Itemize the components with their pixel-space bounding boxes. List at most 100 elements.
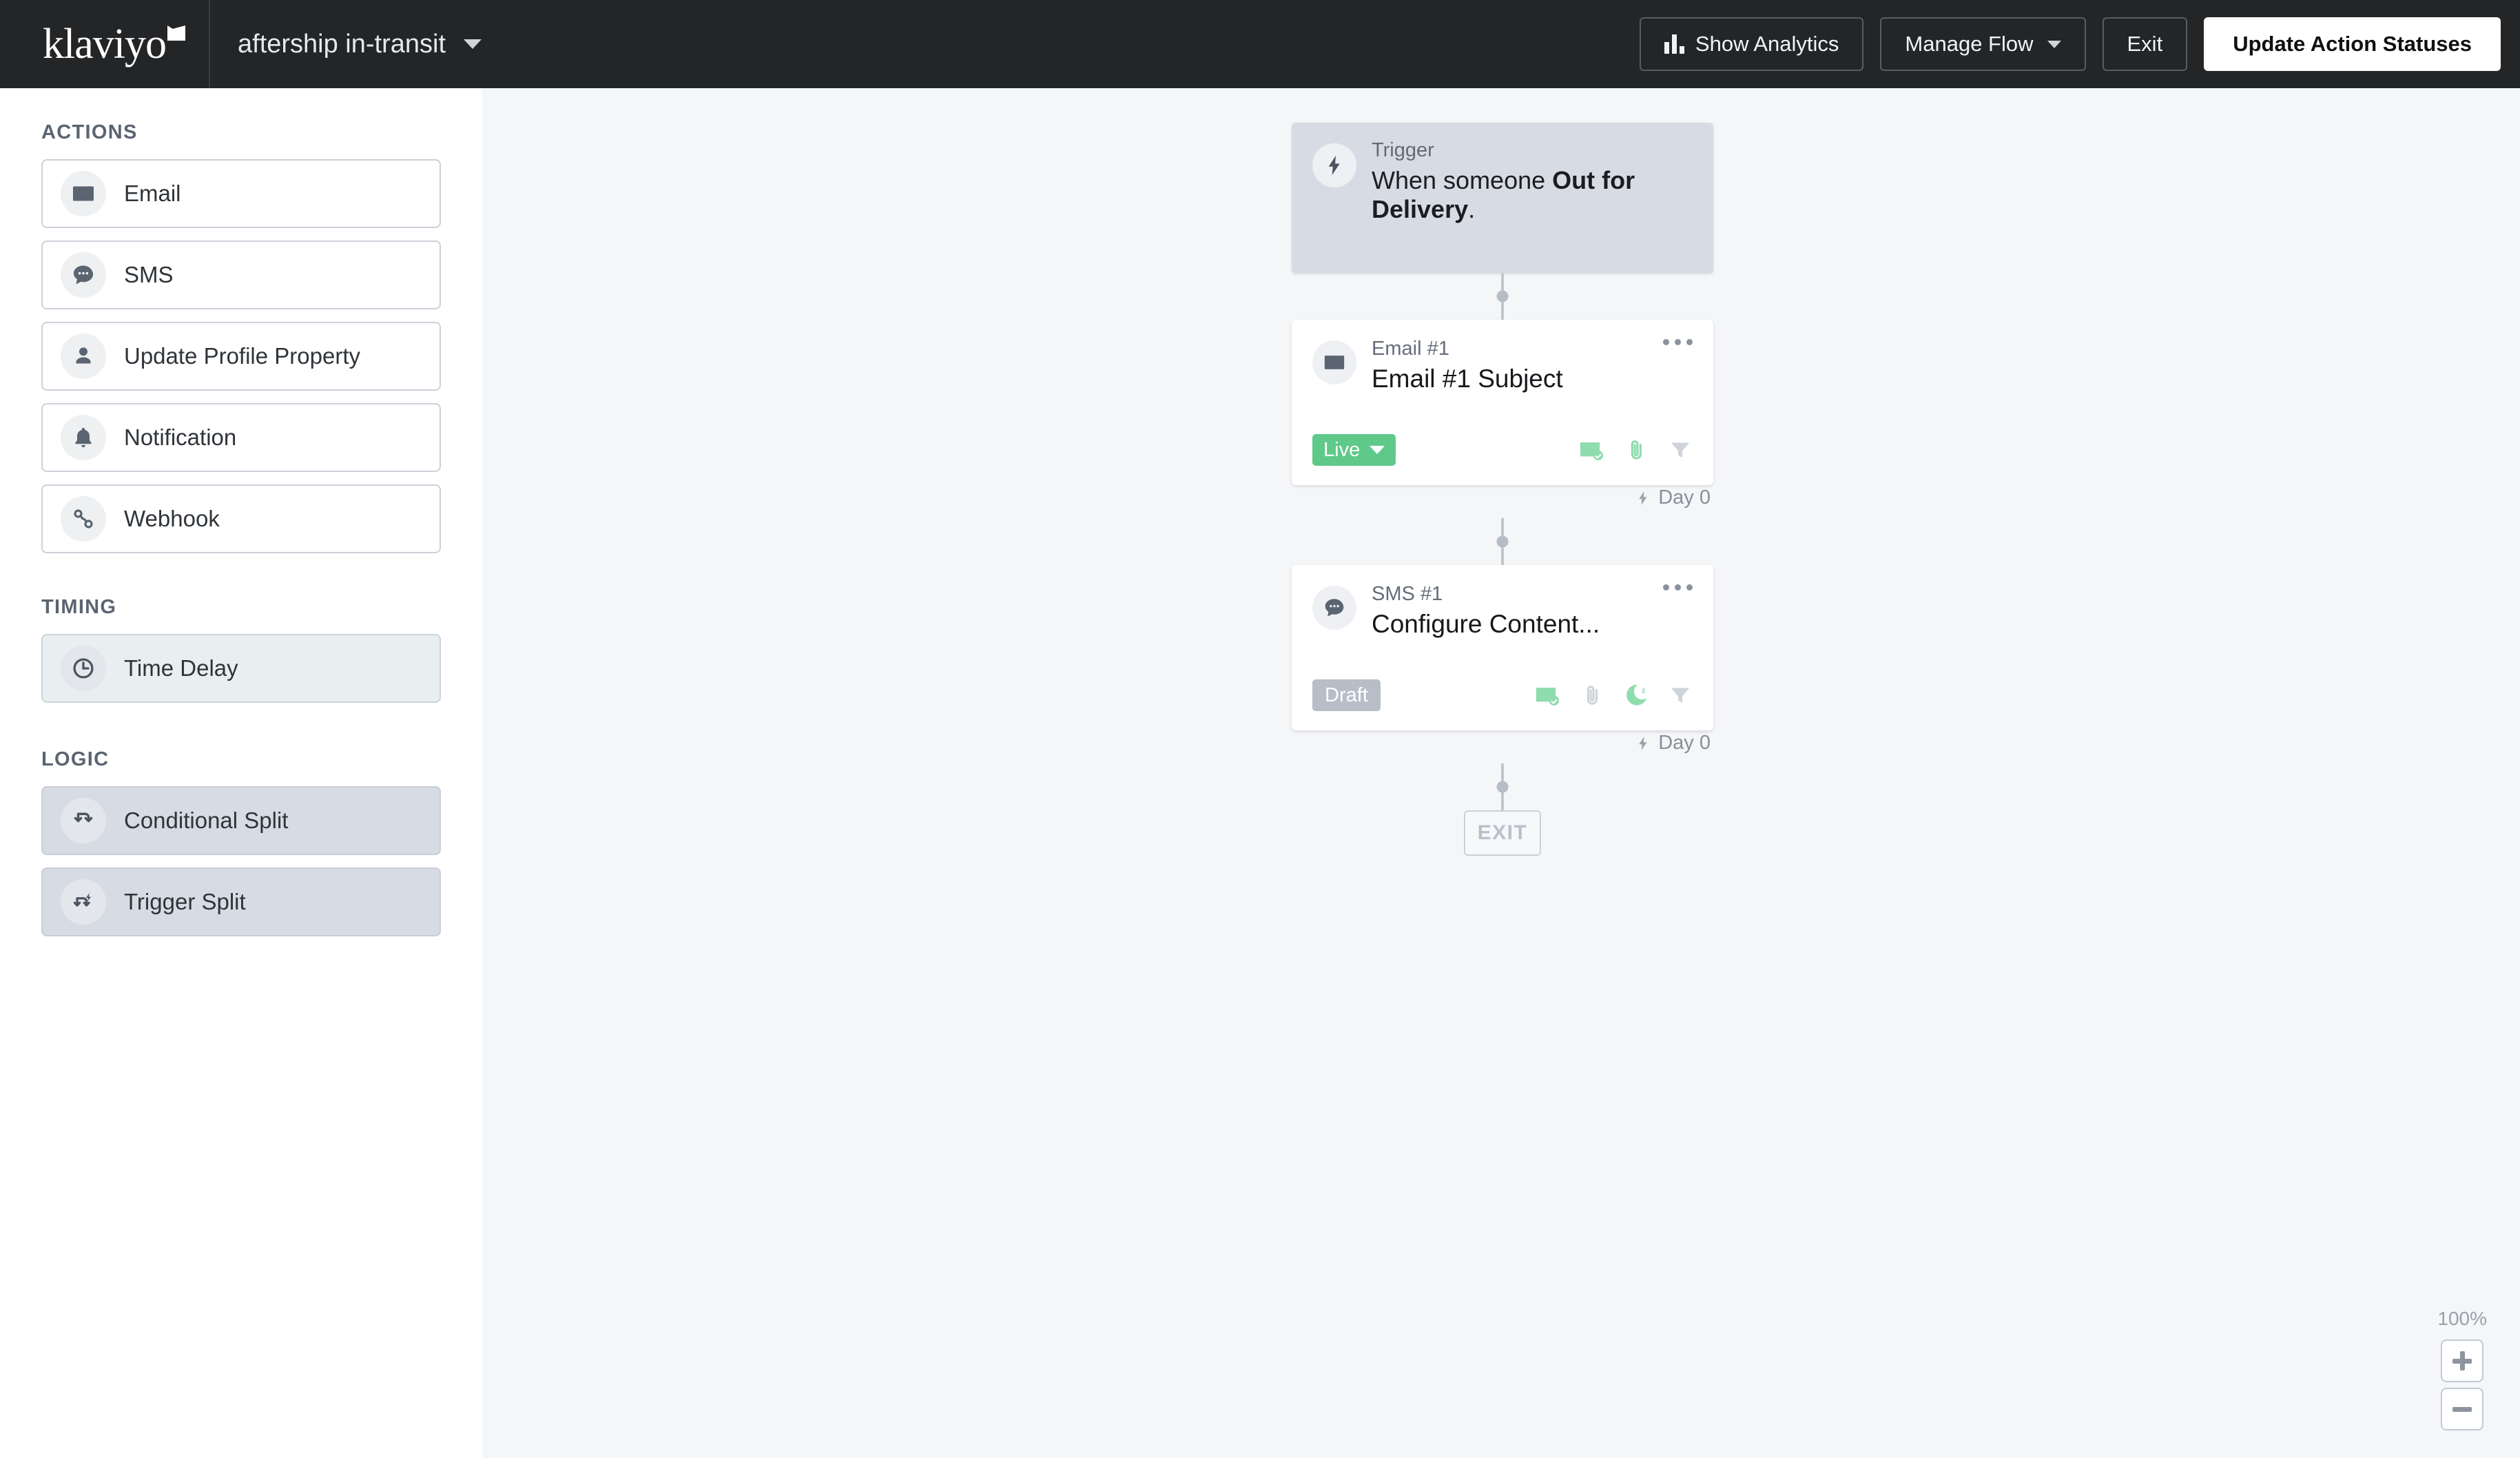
connector-add-dot[interactable] <box>1496 781 1509 793</box>
connector-email-to-sms[interactable] <box>1292 518 1713 565</box>
day-label-text: Day 0 <box>1658 732 1711 754</box>
status-badge-label: Live <box>1323 438 1361 461</box>
flow-name-label: aftership in-transit <box>238 29 446 59</box>
more-options-icon[interactable] <box>1663 339 1693 345</box>
status-badge-label: Draft <box>1325 684 1368 706</box>
exit-node[interactable]: EXIT <box>1464 810 1541 856</box>
envelope-icon <box>61 171 106 216</box>
top-bar-actions: Show Analytics Manage Flow Exit Update A… <box>1639 17 2520 71</box>
action-node-title: Configure Content... <box>1372 610 1600 638</box>
top-bar: klaviyo aftership in-transit Show Analyt… <box>0 0 2520 88</box>
filter-icon[interactable] <box>1668 683 1693 708</box>
day-label: Day 0 <box>1635 486 1711 509</box>
section-header-timing: TIMING <box>41 596 117 618</box>
sidebar-item-email[interactable]: Email <box>41 159 441 228</box>
chevron-down-icon <box>464 39 482 49</box>
status-badge-draft[interactable]: Draft <box>1312 679 1381 711</box>
klaviyo-flag-icon <box>167 25 185 41</box>
component-sidebar: ACTIONS Email SMS Update Profile Propert… <box>0 88 482 1458</box>
action-node-email-1[interactable]: Email #1 Email #1 Subject Live <box>1292 320 1713 485</box>
sidebar-item-label: Conditional Split <box>124 808 289 833</box>
sidebar-item-label: Notification <box>124 424 237 450</box>
trigger-text-suffix: . <box>1468 195 1476 223</box>
smart-sending-icon[interactable] <box>1578 436 1606 464</box>
chevron-down-icon <box>2047 40 2061 48</box>
attachment-icon[interactable] <box>1580 682 1606 708</box>
trigger-description: When someone Out for Delivery. <box>1372 166 1693 224</box>
trigger-kicker: Trigger <box>1372 139 1434 161</box>
smart-sending-icon[interactable] <box>1534 681 1562 709</box>
action-node-icon-row: z <box>1534 681 1693 709</box>
day-row-email-1: Day 0 <box>1292 485 1713 518</box>
sidebar-item-time-delay[interactable]: Time Delay <box>41 634 441 703</box>
lightning-bolt-icon <box>1639 491 1647 505</box>
section-header-actions: ACTIONS <box>41 121 138 143</box>
quiet-hours-icon[interactable]: z <box>1624 682 1650 708</box>
sidebar-item-label: SMS <box>124 262 174 287</box>
connector-trigger-to-email[interactable] <box>1292 273 1713 320</box>
exit-button[interactable]: Exit <box>2102 17 2188 71</box>
manage-flow-button[interactable]: Manage Flow <box>1880 17 2086 71</box>
connector-sms-to-exit[interactable] <box>1292 763 1713 810</box>
connector-add-dot[interactable] <box>1496 535 1509 548</box>
trigger-text-prefix: When someone <box>1372 166 1553 194</box>
show-analytics-button[interactable]: Show Analytics <box>1639 17 1864 71</box>
zoom-percent-label: 100% <box>2437 1308 2487 1329</box>
zoom-controls: 100% <box>2437 1308 2487 1430</box>
sidebar-item-notification[interactable]: Notification <box>41 403 441 472</box>
sidebar-item-label: Webhook <box>124 506 220 531</box>
chat-bubble-icon <box>1312 586 1356 630</box>
sidebar-item-label: Update Profile Property <box>124 343 361 369</box>
flow-name-selector[interactable]: aftership in-transit <box>238 30 482 59</box>
clock-icon <box>61 646 106 691</box>
flow-chain: Trigger When someone Out for Delivery. E… <box>1292 88 1713 856</box>
filter-icon[interactable] <box>1668 438 1693 462</box>
action-node-sms-1[interactable]: SMS #1 Configure Content... Draft z <box>1292 565 1713 730</box>
chat-bubble-icon <box>61 252 106 298</box>
sidebar-item-label: Email <box>124 181 181 206</box>
sidebar-item-update-profile-property[interactable]: Update Profile Property <box>41 322 441 391</box>
more-options-icon[interactable] <box>1663 584 1693 591</box>
sidebar-item-label: Time Delay <box>124 655 238 681</box>
show-analytics-label: Show Analytics <box>1695 32 1839 56</box>
action-node-title: Email #1 Subject <box>1372 364 1563 393</box>
manage-flow-label: Manage Flow <box>1905 32 2034 56</box>
envelope-icon <box>1312 340 1356 384</box>
connector-add-dot[interactable] <box>1496 290 1509 302</box>
trigger-split-icon <box>61 879 106 925</box>
action-node-icon-row <box>1578 436 1693 464</box>
sidebar-item-webhook[interactable]: Webhook <box>41 484 441 553</box>
bell-icon <box>61 415 106 460</box>
brand-logo[interactable]: klaviyo <box>0 0 210 88</box>
action-node-kicker: Email #1 <box>1372 338 1449 360</box>
exit-label: Exit <box>2127 32 2163 56</box>
flow-canvas[interactable]: Trigger When someone Out for Delivery. E… <box>482 88 2520 1458</box>
sidebar-item-conditional-split[interactable]: Conditional Split <box>41 786 441 855</box>
zoom-out-button[interactable] <box>2441 1388 2484 1430</box>
webhook-icon <box>61 496 106 542</box>
exit-node-wrap: EXIT <box>1292 810 1713 856</box>
chevron-down-icon <box>1370 446 1385 454</box>
sidebar-item-trigger-split[interactable]: Trigger Split <box>41 867 441 936</box>
minus-icon <box>2452 1406 2472 1412</box>
svg-text:z: z <box>1642 687 1646 695</box>
person-icon <box>61 333 106 379</box>
logo-text: klaviyo <box>43 21 167 68</box>
update-action-statuses-button[interactable]: Update Action Statuses <box>2204 17 2501 71</box>
update-action-statuses-label: Update Action Statuses <box>2233 32 2472 56</box>
day-label-text: Day 0 <box>1658 486 1711 509</box>
day-row-sms-1: Day 0 <box>1292 730 1713 763</box>
sidebar-item-sms[interactable]: SMS <box>41 240 441 309</box>
sidebar-item-label: Trigger Split <box>124 889 246 914</box>
lightning-bolt-icon <box>1639 736 1647 750</box>
action-node-kicker: SMS #1 <box>1372 583 1443 605</box>
status-badge-live[interactable]: Live <box>1312 434 1396 466</box>
section-header-logic: LOGIC <box>41 748 110 770</box>
lightning-bolt-icon <box>1312 143 1356 187</box>
day-label: Day 0 <box>1635 732 1711 754</box>
attachment-icon[interactable] <box>1624 437 1650 463</box>
conditional-split-icon <box>61 798 106 843</box>
bar-chart-icon <box>1664 34 1684 54</box>
zoom-in-button[interactable] <box>2441 1339 2484 1382</box>
trigger-node[interactable]: Trigger When someone Out for Delivery. <box>1292 123 1713 273</box>
